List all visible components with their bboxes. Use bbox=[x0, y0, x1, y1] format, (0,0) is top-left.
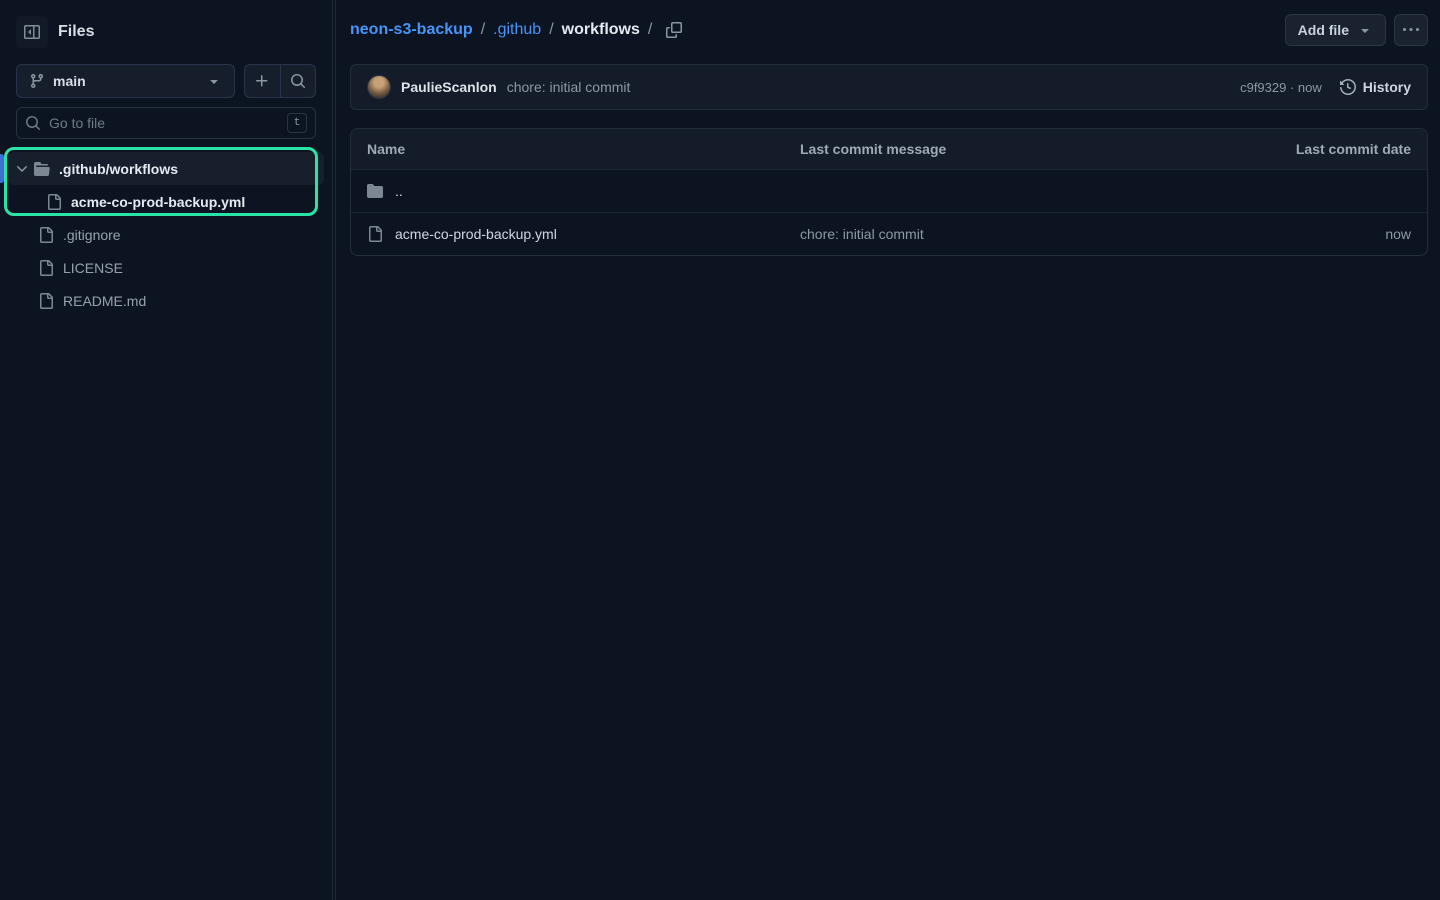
file-icon bbox=[38, 227, 54, 243]
commit-sha-time[interactable]: c9f9329 · now bbox=[1240, 80, 1322, 95]
git-branch-icon bbox=[29, 73, 45, 89]
search-icon bbox=[25, 115, 41, 131]
table-row-parent-dir[interactable]: .. bbox=[351, 169, 1427, 212]
row-commit-message-link[interactable]: chore: initial commit bbox=[800, 226, 1261, 242]
tree-actions-group bbox=[244, 64, 316, 98]
tree-item-acme-co-prod-backup-yml[interactable]: acme-co-prod-backup.yml bbox=[8, 185, 324, 218]
breadcrumb-repo-link[interactable]: neon-s3-backup bbox=[350, 21, 473, 39]
top-actions: Add file bbox=[1285, 14, 1428, 46]
triangle-down-icon bbox=[1357, 22, 1373, 38]
new-file-button[interactable] bbox=[245, 65, 281, 97]
history-button[interactable]: History bbox=[1340, 79, 1411, 95]
search-icon bbox=[290, 73, 306, 89]
chevron-down-icon bbox=[14, 161, 30, 177]
column-last-commit-message: Last commit message bbox=[800, 141, 1261, 157]
plus-icon bbox=[254, 73, 270, 89]
file-tree-sidebar: Files main bbox=[0, 0, 333, 900]
topbar: neon-s3-backup / .github / workflows / A… bbox=[350, 14, 1428, 46]
file-icon bbox=[367, 226, 383, 242]
shortcut-key-badge: t bbox=[287, 113, 307, 133]
column-name: Name bbox=[367, 141, 800, 157]
collapse-file-tree-button[interactable] bbox=[16, 16, 48, 48]
file-table: Name Last commit message Last commit dat… bbox=[350, 128, 1428, 256]
branch-row: main bbox=[16, 64, 316, 98]
tree-item-readme[interactable]: README.md bbox=[8, 284, 324, 317]
go-to-file-search[interactable]: t bbox=[16, 107, 316, 139]
go-to-file-input[interactable] bbox=[49, 115, 279, 131]
file-icon bbox=[46, 194, 62, 210]
breadcrumb-separator: / bbox=[549, 21, 553, 39]
parent-dir-link[interactable]: .. bbox=[395, 183, 403, 199]
search-this-repo-button[interactable] bbox=[281, 65, 316, 97]
breadcrumb-separator: / bbox=[648, 21, 652, 39]
file-icon bbox=[38, 260, 54, 276]
active-item-indicator bbox=[0, 154, 4, 183]
history-icon bbox=[1340, 79, 1356, 95]
copy-path-button[interactable] bbox=[666, 22, 682, 38]
copy-icon bbox=[666, 22, 682, 38]
branch-name: main bbox=[53, 73, 198, 89]
commit-meta-group: c9f9329 · now History bbox=[1240, 79, 1411, 95]
table-row-acme-co-prod-backup-yml[interactable]: acme-co-prod-backup.yml chore: initial c… bbox=[351, 212, 1427, 255]
tree-item-license[interactable]: LICENSE bbox=[8, 251, 324, 284]
tree-item-gitignore[interactable]: .gitignore bbox=[8, 218, 324, 251]
sidebar-collapse-icon bbox=[24, 24, 40, 40]
branch-selector[interactable]: main bbox=[16, 64, 235, 98]
tree-item-github-workflows[interactable]: .github/workflows bbox=[8, 152, 324, 185]
files-header: Files bbox=[16, 16, 316, 48]
breadcrumb: neon-s3-backup / .github / workflows / bbox=[350, 21, 682, 39]
add-file-button[interactable]: Add file bbox=[1285, 14, 1386, 46]
folder-open-icon bbox=[34, 161, 50, 177]
breadcrumb-separator: / bbox=[481, 21, 485, 39]
avatar[interactable] bbox=[367, 75, 391, 99]
kebab-horizontal-icon bbox=[1403, 22, 1419, 38]
file-name-link[interactable]: acme-co-prod-backup.yml bbox=[395, 226, 557, 242]
breadcrumb-dir-link[interactable]: .github bbox=[493, 21, 541, 39]
file-icon bbox=[38, 293, 54, 309]
code-view-main: neon-s3-backup / .github / workflows / A… bbox=[335, 0, 1440, 900]
file-tree: .github/workflows acme-co-prod-backup.ym… bbox=[8, 152, 324, 317]
github-code-view: Files main bbox=[0, 0, 1440, 900]
folder-icon bbox=[367, 183, 383, 199]
latest-commit-bar: PaulieScanlon chore: initial commit c9f9… bbox=[350, 64, 1428, 110]
commit-author-link[interactable]: PaulieScanlon bbox=[401, 79, 497, 95]
row-commit-date: now bbox=[1261, 226, 1411, 242]
column-last-commit-date: Last commit date bbox=[1261, 141, 1411, 157]
commit-message-link[interactable]: chore: initial commit bbox=[507, 79, 631, 95]
file-table-header: Name Last commit message Last commit dat… bbox=[351, 129, 1427, 169]
triangle-down-icon bbox=[206, 73, 222, 89]
sidebar-title: Files bbox=[58, 23, 94, 41]
breadcrumb-current-dir: workflows bbox=[562, 21, 640, 39]
more-options-button[interactable] bbox=[1394, 14, 1428, 46]
